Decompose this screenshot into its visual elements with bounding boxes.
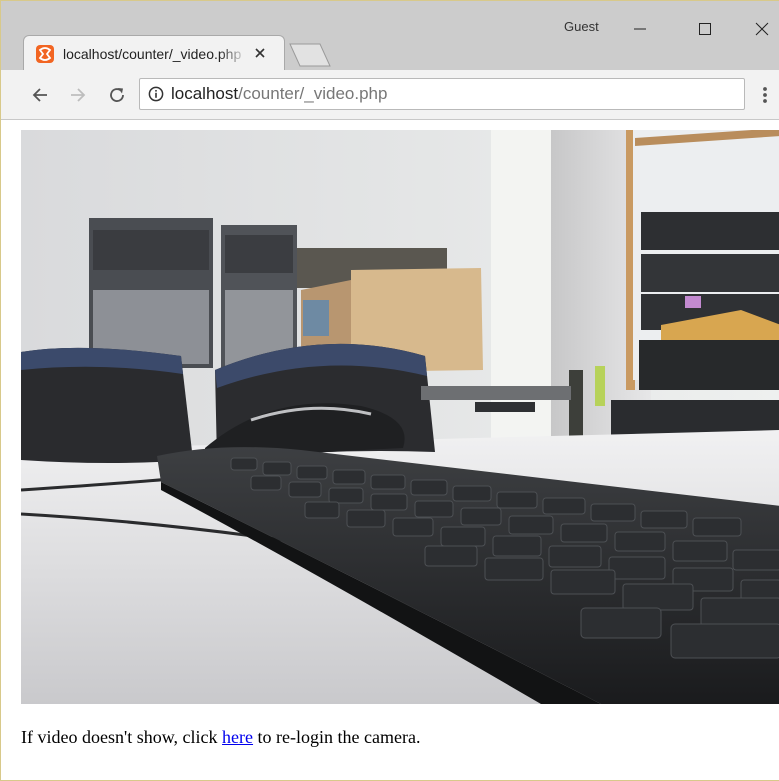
xampp-icon: [36, 44, 54, 63]
profile-guest-label[interactable]: Guest: [564, 19, 599, 34]
reload-button[interactable]: [104, 82, 130, 108]
back-button[interactable]: [27, 82, 53, 108]
page-content: If video doesn't show, click here to re-…: [1, 120, 779, 780]
url-text[interactable]: localhost/counter/_video.php: [171, 84, 387, 104]
maximize-icon: [699, 23, 711, 35]
browser-tab[interactable]: localhost/counter/_video.php: [23, 35, 285, 71]
tab-strip: localhost/counter/_video.php Guest: [1, 1, 779, 71]
info-icon[interactable]: [148, 86, 164, 102]
browser-window: localhost/counter/_video.php Guest local…: [0, 0, 779, 781]
close-tab-icon[interactable]: [252, 45, 268, 61]
arrow-right-icon: [71, 88, 86, 102]
tab-title: localhost/counter/_video.php: [63, 45, 242, 62]
camera-feed-image: [21, 130, 779, 704]
browser-toolbar: localhost/counter/_video.php: [1, 70, 779, 120]
forward-button[interactable]: [65, 82, 91, 108]
kebab-menu-icon: [763, 87, 767, 103]
close-window-button[interactable]: [742, 15, 779, 43]
caption-text-before: If video doesn't show, click: [21, 727, 223, 747]
url-host: localhost: [171, 84, 239, 103]
close-icon: [755, 22, 769, 36]
menu-button[interactable]: [755, 83, 775, 107]
minimize-icon: [634, 28, 646, 30]
address-bar[interactable]: localhost/counter/_video.php: [139, 78, 745, 110]
new-tab-button[interactable]: [287, 43, 333, 67]
arrow-left-icon: [32, 88, 47, 102]
url-path: /counter/_video.php: [238, 84, 388, 103]
reload-icon: [110, 88, 124, 102]
relogin-link[interactable]: here: [222, 727, 253, 747]
minimize-button[interactable]: [620, 15, 660, 43]
caption-text-after: to re-login the camera.: [253, 727, 421, 747]
relogin-caption: If video doesn't show, click here to re-…: [21, 727, 420, 748]
maximize-button[interactable]: [685, 15, 725, 43]
